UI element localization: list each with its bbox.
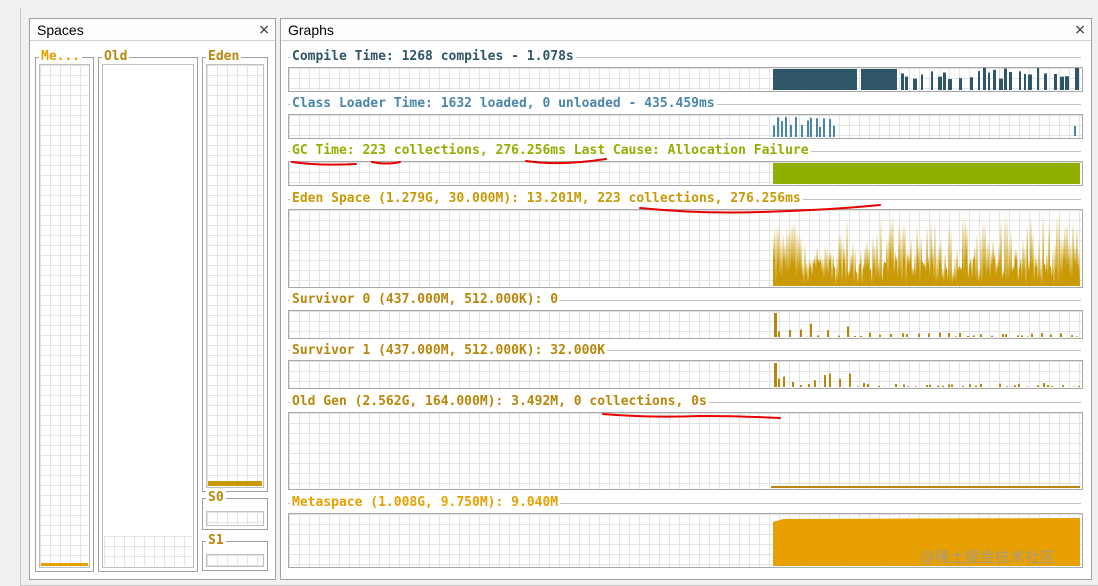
annotation-marks bbox=[0, 0, 1098, 585]
watermark-text: @稀土掘金技术社区 bbox=[920, 546, 1055, 567]
